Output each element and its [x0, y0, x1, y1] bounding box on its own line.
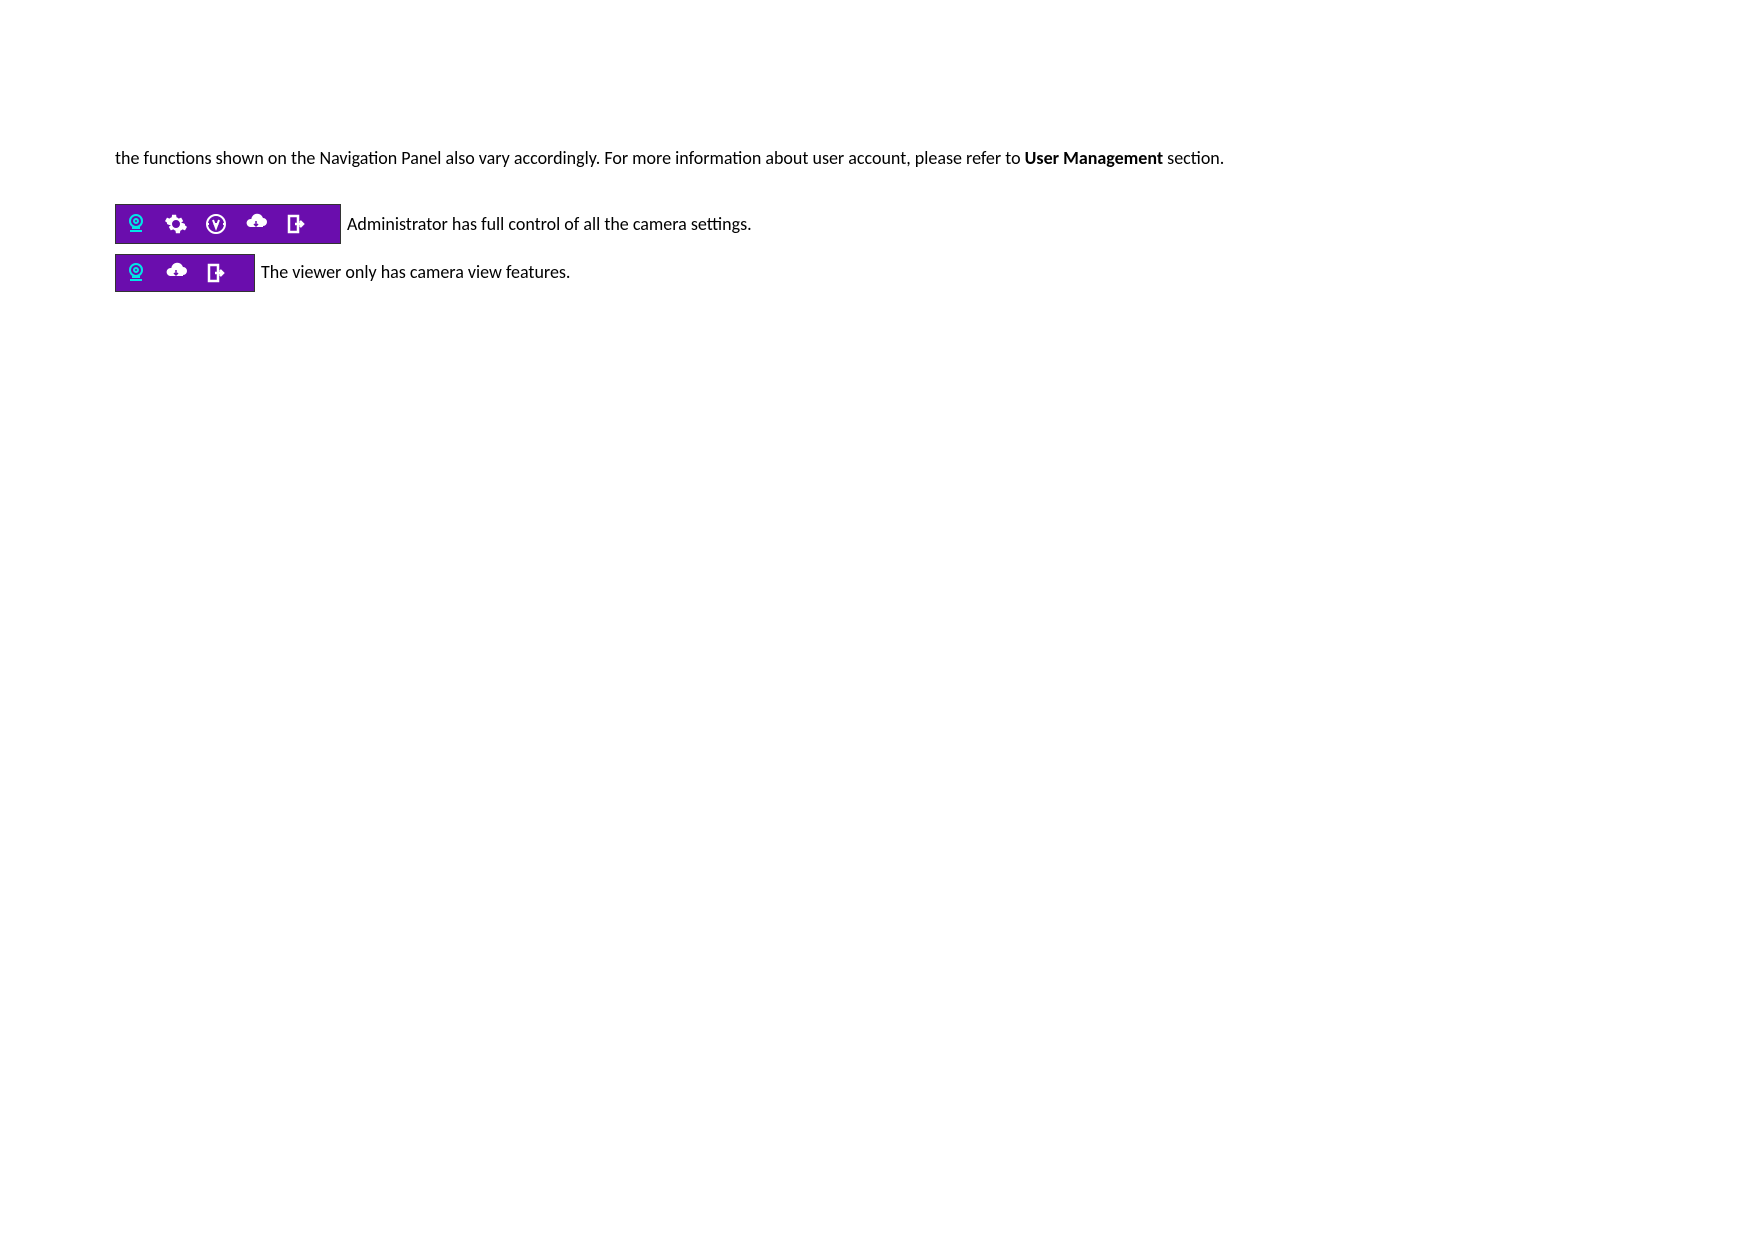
- admin-description: Administrator has full control of all th…: [347, 206, 752, 242]
- gear-icon: [164, 212, 188, 236]
- cloud-download-icon: [244, 212, 268, 236]
- admin-badge-icon: [204, 212, 228, 236]
- viewer-description: The viewer only has camera view features…: [261, 254, 570, 290]
- intro-paragraph: the functions shown on the Navigation Pa…: [115, 140, 1639, 176]
- admin-panel-row: Administrator has full control of all th…: [115, 204, 1639, 244]
- camera-icon: [124, 212, 148, 236]
- viewer-panel-row: The viewer only has camera view features…: [115, 254, 1639, 292]
- cloud-download-icon: [164, 261, 188, 285]
- logout-icon: [204, 261, 228, 285]
- logout-icon: [284, 212, 308, 236]
- intro-text-part2: section.: [1163, 147, 1224, 169]
- intro-bold-section: User Management: [1025, 147, 1163, 169]
- camera-icon: [124, 261, 148, 285]
- viewer-nav-panel: [115, 254, 255, 292]
- intro-text-part1: the functions shown on the Navigation Pa…: [115, 147, 1025, 169]
- admin-nav-panel: [115, 204, 341, 244]
